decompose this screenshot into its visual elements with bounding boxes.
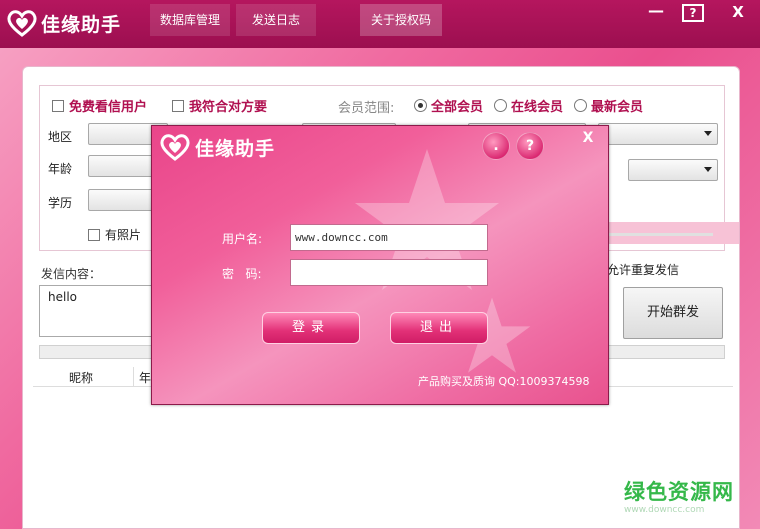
- help-button[interactable]: ?: [682, 4, 704, 22]
- age-extra-select[interactable]: [628, 159, 718, 181]
- column-divider: [133, 367, 134, 387]
- slider-track[interactable]: [609, 233, 713, 236]
- username-input[interactable]: www.downcc.com: [290, 224, 488, 251]
- message-label: 发信内容：: [41, 267, 102, 281]
- heart-logo-icon: [7, 10, 37, 37]
- exit-button[interactable]: 退出: [390, 312, 488, 344]
- close-button[interactable]: X: [728, 2, 748, 22]
- purchase-contact-text: 产品购买及质询 QQ:1009374598: [418, 375, 590, 388]
- age-label: 年龄: [48, 162, 73, 176]
- dialog-help-button[interactable]: ?: [516, 132, 544, 160]
- menu-about-license[interactable]: 关于授权码: [360, 4, 442, 36]
- minimize-button[interactable]: —: [646, 2, 666, 22]
- allow-repeat-label[interactable]: 允许重复发信: [607, 261, 679, 278]
- column-nickname[interactable]: 昵称: [69, 369, 93, 386]
- chevron-down-icon: [704, 167, 712, 172]
- match-me-label: 我符合对方要: [189, 100, 268, 115]
- username-label: 用户名:: [222, 232, 263, 246]
- message-textarea[interactable]: hello: [39, 285, 159, 337]
- radio-label: 在线会员: [511, 100, 564, 115]
- radio-dot[interactable]: [574, 99, 587, 112]
- checkbox-box[interactable]: [172, 99, 184, 112]
- password-label: 密 码:: [222, 267, 262, 281]
- password-input[interactable]: [290, 259, 488, 286]
- member-range-label: 会员范围:: [338, 101, 395, 116]
- education-label: 学历: [48, 196, 73, 210]
- region-label: 地区: [48, 130, 73, 144]
- heart-logo-icon: [160, 134, 190, 161]
- radio-dot[interactable]: [414, 99, 427, 112]
- app-name: 佳缘助手: [41, 13, 122, 36]
- region-district-select[interactable]: [598, 123, 718, 145]
- radio-dot[interactable]: [494, 99, 507, 112]
- has-photo-label: 有照片: [105, 228, 142, 242]
- checkbox-box[interactable]: [52, 99, 64, 112]
- radio-label: 全部会员: [431, 100, 484, 115]
- dialog-minimize-button[interactable]: .: [482, 132, 510, 160]
- radio-all-members[interactable]: 全部会员: [414, 96, 483, 115]
- menu-database-manage[interactable]: 数据库管理: [150, 4, 230, 36]
- checkbox-box[interactable]: [88, 228, 100, 241]
- radio-label: 最新会员: [591, 100, 644, 115]
- title-bar: 佳缘助手 数据库管理 发送日志 关于授权码 — ? X: [0, 0, 760, 48]
- free-users-checkbox[interactable]: 免费看信用户: [52, 96, 147, 115]
- login-dialog: 佳缘助手 . ? X 用户名: www.downcc.com 密 码: 登录 退…: [151, 125, 609, 405]
- radio-online-members[interactable]: 在线会员: [494, 96, 563, 115]
- dialog-logo: 佳缘助手: [158, 132, 275, 162]
- free-users-label: 免费看信用户: [69, 100, 148, 115]
- menu-send-log[interactable]: 发送日志: [236, 4, 316, 36]
- watermark-url: www.downcc.com: [624, 505, 705, 515]
- app-logo: 佳缘助手: [6, 8, 121, 38]
- match-me-checkbox[interactable]: 我符合对方要: [172, 96, 267, 115]
- chevron-down-icon: [704, 131, 712, 136]
- has-photo-checkbox[interactable]: 有照片: [88, 226, 141, 243]
- radio-newest-members[interactable]: 最新会员: [574, 96, 643, 115]
- start-mass-send-button[interactable]: 开始群发: [623, 287, 723, 339]
- dialog-close-button[interactable]: X: [580, 130, 596, 146]
- column-age[interactable]: 年: [139, 369, 151, 386]
- watermark-text: 绿色资源网: [624, 480, 734, 504]
- login-button[interactable]: 登录: [262, 312, 360, 344]
- dialog-title: 佳缘助手: [195, 137, 276, 160]
